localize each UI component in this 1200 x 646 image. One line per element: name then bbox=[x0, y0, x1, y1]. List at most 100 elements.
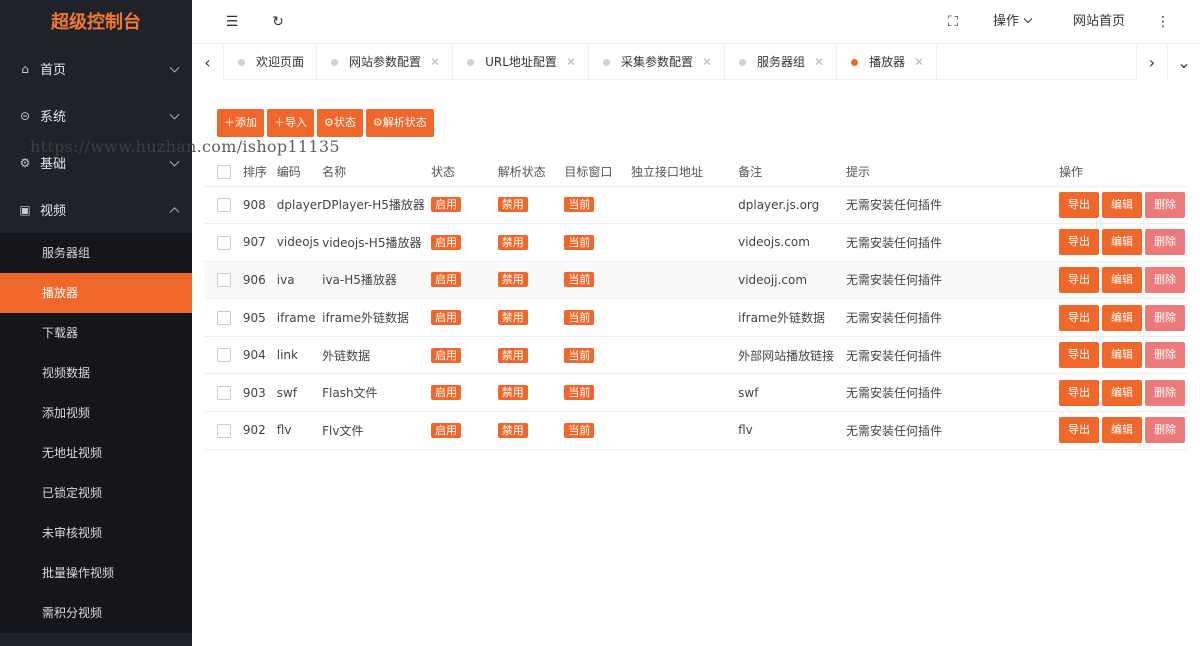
delete-button[interactable]: 删除 bbox=[1145, 229, 1185, 256]
fullscreen-icon[interactable]: ⛶ bbox=[943, 12, 963, 32]
close-icon[interactable]: ✕ bbox=[702, 45, 712, 80]
col-code[interactable]: 编码 bbox=[276, 158, 323, 187]
close-icon[interactable]: ✕ bbox=[814, 45, 824, 80]
status-tag[interactable]: 启用 bbox=[431, 422, 462, 438]
target-tag[interactable]: 当前 bbox=[564, 310, 595, 326]
submenu-item-unreviewed-video[interactable]: 未审核视频 bbox=[0, 513, 192, 553]
row-checkbox[interactable] bbox=[217, 386, 231, 401]
edit-button[interactable]: 编辑 bbox=[1102, 304, 1142, 331]
submenu-item-server-group[interactable]: 服务器组 bbox=[0, 233, 192, 273]
row-checkbox[interactable] bbox=[217, 273, 231, 288]
edit-button[interactable]: 编辑 bbox=[1102, 379, 1142, 406]
parse-status-tag[interactable]: 禁用 bbox=[497, 422, 528, 438]
parse-status-tag[interactable]: 禁用 bbox=[497, 310, 528, 326]
export-button[interactable]: 导出 bbox=[1059, 304, 1099, 331]
tab-collect-config[interactable]: 采集参数配置 ✕ bbox=[589, 45, 726, 80]
export-button[interactable]: 导出 bbox=[1059, 379, 1099, 406]
cell-code: flv bbox=[276, 411, 323, 450]
col-sort[interactable]: 排序 bbox=[242, 158, 277, 187]
export-button[interactable]: 导出 bbox=[1059, 417, 1099, 444]
delete-button[interactable]: 删除 bbox=[1145, 417, 1185, 444]
edit-button[interactable]: 编辑 bbox=[1102, 229, 1142, 256]
delete-button[interactable]: 删除 bbox=[1145, 266, 1185, 293]
close-icon[interactable]: ✕ bbox=[914, 45, 924, 80]
export-button[interactable]: 导出 bbox=[1059, 342, 1099, 369]
edit-button[interactable]: 编辑 bbox=[1102, 342, 1142, 369]
export-button[interactable]: 导出 bbox=[1059, 191, 1099, 218]
status-tag[interactable]: 启用 bbox=[431, 310, 462, 326]
site-home-link[interactable]: 网站首页 bbox=[1073, 0, 1125, 44]
target-tag[interactable]: 当前 bbox=[564, 385, 595, 401]
parse-status-tag[interactable]: 禁用 bbox=[497, 347, 528, 363]
tab-url-config[interactable]: URL地址配置 ✕ bbox=[453, 45, 589, 80]
delete-button[interactable]: 删除 bbox=[1145, 342, 1185, 369]
target-tag[interactable]: 当前 bbox=[564, 234, 595, 250]
refresh-icon[interactable]: ↻ bbox=[268, 12, 288, 32]
row-checkbox[interactable] bbox=[217, 198, 231, 213]
more-icon[interactable]: ⋮ bbox=[1153, 12, 1173, 32]
delete-button[interactable]: 删除 bbox=[1145, 191, 1185, 218]
target-tag[interactable]: 当前 bbox=[564, 197, 595, 213]
tab-site-config[interactable]: 网站参数配置 ✕ bbox=[317, 45, 454, 80]
add-button[interactable]: ＋添加 bbox=[217, 109, 264, 137]
target-tag[interactable]: 当前 bbox=[564, 272, 595, 288]
col-target[interactable]: 目标窗口 bbox=[564, 158, 632, 187]
status-tag[interactable]: 启用 bbox=[431, 234, 462, 250]
menu-toggle-icon[interactable]: ☰ bbox=[222, 12, 242, 32]
edit-button[interactable]: 编辑 bbox=[1102, 191, 1142, 218]
parse-status-tag[interactable]: 禁用 bbox=[497, 385, 528, 401]
delete-button[interactable]: 删除 bbox=[1145, 304, 1185, 331]
submenu-item-locked-video[interactable]: 已锁定视频 bbox=[0, 473, 192, 513]
operations-menu[interactable]: 操作 bbox=[993, 0, 1033, 44]
table-row: 908 dplayer DPlayer-H5播放器 启用 禁用 当前 dplay… bbox=[204, 186, 1188, 225]
status-button[interactable]: ⚙状态 bbox=[317, 109, 363, 137]
status-tag[interactable]: 启用 bbox=[431, 385, 462, 401]
row-checkbox[interactable] bbox=[217, 310, 231, 325]
close-icon[interactable]: ✕ bbox=[566, 45, 576, 80]
tab-server-group[interactable]: 服务器组 ✕ bbox=[725, 45, 838, 80]
col-parse-status[interactable]: 解析状态 bbox=[497, 158, 565, 187]
target-tag[interactable]: 当前 bbox=[564, 347, 595, 363]
export-button[interactable]: 导出 bbox=[1059, 229, 1099, 256]
sidebar-item-home[interactable]: ⌂ 首页 bbox=[0, 45, 192, 92]
status-tag[interactable]: 启用 bbox=[431, 272, 462, 288]
target-tag[interactable]: 当前 bbox=[564, 422, 595, 438]
submenu-item-points-video[interactable]: 需积分视频 bbox=[0, 593, 192, 633]
cell-sort: 904 bbox=[242, 336, 277, 375]
col-status[interactable]: 状态 bbox=[431, 158, 498, 187]
parse-status-button[interactable]: ⚙解析状态 bbox=[365, 109, 434, 137]
col-api[interactable]: 独立接口地址 bbox=[631, 158, 739, 187]
app-logo[interactable]: 超级控制台 bbox=[0, 0, 192, 45]
import-button[interactable]: ＋导入 bbox=[267, 109, 314, 137]
parse-status-tag[interactable]: 禁用 bbox=[497, 197, 528, 213]
export-button[interactable]: 导出 bbox=[1059, 266, 1099, 293]
status-tag[interactable]: 启用 bbox=[431, 197, 462, 213]
edit-button[interactable]: 编辑 bbox=[1102, 266, 1142, 293]
submenu-item-add-video[interactable]: 添加视频 bbox=[0, 393, 192, 433]
row-checkbox[interactable] bbox=[217, 423, 231, 438]
sidebar-item-system[interactable]: ⊝ 系统 bbox=[0, 92, 192, 139]
parse-status-tag[interactable]: 禁用 bbox=[497, 272, 528, 288]
tab-dropdown-button[interactable]: ⌄ bbox=[1168, 45, 1200, 80]
row-checkbox[interactable] bbox=[217, 348, 231, 363]
col-note[interactable]: 备注 bbox=[738, 158, 846, 187]
delete-button[interactable]: 删除 bbox=[1145, 379, 1185, 406]
tab-prev-button[interactable]: ‹ bbox=[192, 45, 224, 80]
tab-welcome[interactable]: 欢迎页面 bbox=[224, 45, 318, 80]
submenu-item-player[interactable]: 播放器 bbox=[0, 273, 192, 313]
status-tag[interactable]: 启用 bbox=[431, 347, 462, 363]
col-name[interactable]: 名称 bbox=[322, 158, 432, 187]
select-all-checkbox[interactable] bbox=[217, 165, 231, 179]
sidebar-item-video[interactable]: ▣ 视频 bbox=[0, 186, 192, 233]
tab-player[interactable]: 播放器 ✕ bbox=[837, 45, 938, 80]
submenu-item-downloader[interactable]: 下载器 bbox=[0, 313, 192, 353]
close-icon[interactable]: ✕ bbox=[430, 45, 440, 80]
submenu-item-batch-video[interactable]: 批量操作视频 bbox=[0, 553, 192, 593]
submenu-item-video-data[interactable]: 视频数据 bbox=[0, 353, 192, 393]
parse-status-tag[interactable]: 禁用 bbox=[497, 234, 528, 250]
row-checkbox[interactable] bbox=[217, 235, 231, 250]
submenu-item-no-url-video[interactable]: 无地址视频 bbox=[0, 433, 192, 473]
col-tip[interactable]: 提示 bbox=[846, 158, 1059, 187]
edit-button[interactable]: 编辑 bbox=[1102, 417, 1142, 444]
tab-next-button[interactable]: › bbox=[1136, 45, 1168, 80]
